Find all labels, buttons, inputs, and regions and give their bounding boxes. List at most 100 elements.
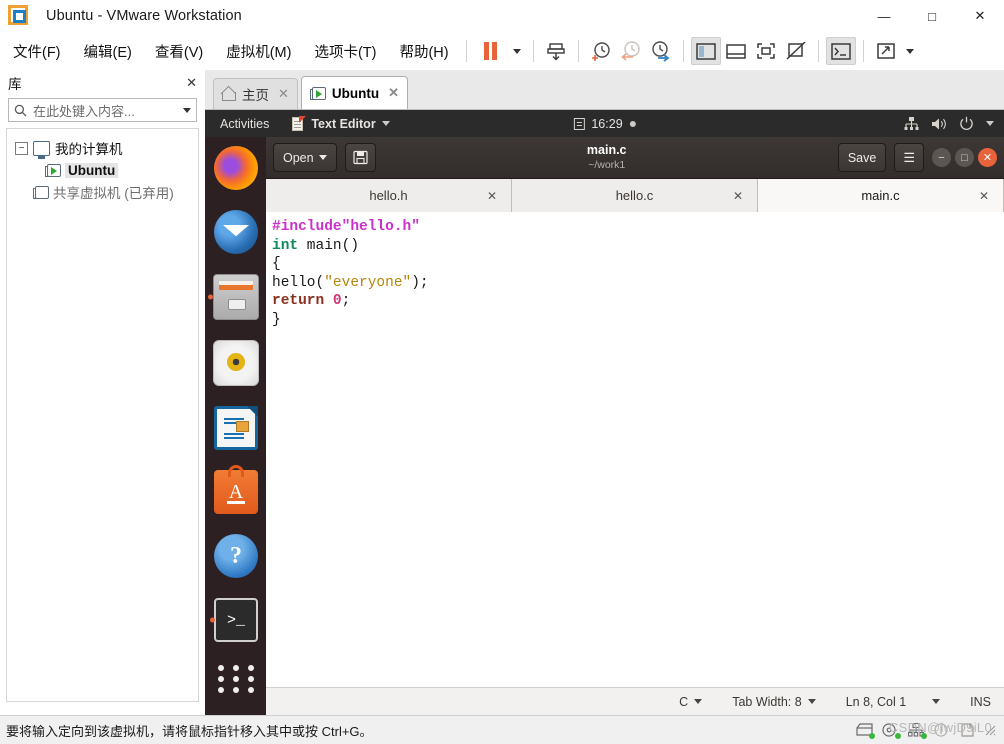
send-ctrl-alt-del-button[interactable] bbox=[541, 37, 571, 65]
gedit-maximize-button[interactable]: □ bbox=[955, 148, 974, 167]
dock-item-thunderbird[interactable] bbox=[214, 210, 258, 254]
hamburger-icon: ☰ bbox=[903, 149, 915, 165]
search-icon bbox=[14, 104, 27, 116]
dock-item-rhythmbox[interactable] bbox=[213, 340, 259, 386]
gedit-tab-label: hello.h bbox=[369, 188, 408, 203]
tree-item-my-computer[interactable]: − 我的计算机 bbox=[11, 137, 194, 159]
running-indicator-icon bbox=[210, 617, 215, 623]
resize-grip-icon[interactable] bbox=[984, 723, 996, 737]
stretch-guest-button[interactable] bbox=[871, 37, 901, 65]
volume-icon bbox=[932, 118, 946, 129]
gedit-tab-hello-c[interactable]: hello.c ✕ bbox=[512, 179, 758, 212]
code-token: 0 bbox=[332, 293, 342, 310]
toolbar-separator bbox=[817, 40, 819, 62]
gedit-tab-close-icon[interactable]: ✕ bbox=[487, 189, 497, 203]
tab-width-selector[interactable]: Tab Width: 8 bbox=[732, 694, 816, 709]
snapshot-manager-button[interactable] bbox=[646, 37, 676, 65]
library-search-box[interactable]: 在此处键入内容... bbox=[8, 98, 197, 122]
text-editor-icon bbox=[291, 115, 307, 131]
open-button[interactable]: Open bbox=[273, 143, 337, 172]
stretch-dropdown-button[interactable] bbox=[901, 37, 919, 65]
gedit-tab-label: main.c bbox=[861, 188, 900, 203]
vm-tab-label: Ubuntu bbox=[331, 85, 380, 101]
hamburger-menu-button[interactable]: ☰ bbox=[894, 143, 924, 172]
menu-edit[interactable]: 编辑(E) bbox=[74, 37, 142, 66]
dock-item-libreoffice-writer[interactable] bbox=[214, 406, 258, 450]
cursor-position[interactable]: Ln 8, Col 1 bbox=[846, 695, 906, 709]
notification-dot-icon bbox=[629, 120, 636, 127]
gedit-minimize-button[interactable]: − bbox=[932, 148, 951, 167]
position-dropdown-button[interactable] bbox=[932, 699, 941, 704]
source-code[interactable]: #include"hello.h" int main(){hello("every… bbox=[266, 212, 1004, 330]
take-snapshot-button[interactable] bbox=[586, 37, 616, 65]
tree-item-shared-vms[interactable]: 共享虚拟机 (已弃用) bbox=[11, 181, 194, 203]
cd-dvd-icon[interactable] bbox=[882, 723, 901, 739]
window-maximize-button[interactable]: □ bbox=[908, 0, 956, 32]
vm-running-icon bbox=[309, 86, 326, 100]
vm-guest-screen[interactable]: Activities Text Editor 16:29 A ? >_ Open… bbox=[205, 110, 1004, 715]
tab-width-label: Tab Width: 8 bbox=[732, 694, 802, 709]
unity-mode-button[interactable] bbox=[781, 37, 811, 65]
menu-vm[interactable]: 虚拟机(M) bbox=[216, 37, 301, 66]
code-line: } bbox=[272, 311, 1004, 330]
gedit-tab-hello-h[interactable]: hello.h ✕ bbox=[266, 179, 512, 212]
code-line: { bbox=[272, 255, 1004, 274]
gedit-close-button[interactable]: ✕ bbox=[978, 148, 997, 167]
show-library-button[interactable] bbox=[690, 37, 721, 65]
library-header: 库 ✕ bbox=[0, 70, 205, 96]
hard-disk-icon[interactable] bbox=[856, 723, 875, 739]
window-close-button[interactable]: ✕ bbox=[956, 0, 1004, 32]
gedit-text-area[interactable]: #include"hello.h" int main(){hello("every… bbox=[266, 212, 1004, 687]
app-menu-button[interactable]: Text Editor bbox=[291, 115, 390, 131]
menu-view[interactable]: 查看(V) bbox=[145, 37, 213, 66]
toolbar-separator bbox=[532, 40, 534, 62]
dock-item-files[interactable] bbox=[208, 274, 259, 320]
dock-item-ubuntu-software[interactable]: A bbox=[214, 465, 258, 514]
network-adapter-icon[interactable] bbox=[907, 722, 927, 739]
gedit-tab-close-icon[interactable]: ✕ bbox=[979, 189, 989, 203]
new-document-button[interactable] bbox=[344, 143, 376, 172]
dock-item-firefox[interactable] bbox=[214, 146, 258, 190]
usb-icon[interactable] bbox=[934, 723, 951, 737]
system-status-area[interactable] bbox=[904, 116, 994, 131]
vm-tab-home[interactable]: 主页 ✕ bbox=[213, 78, 298, 109]
fullscreen-icon bbox=[756, 43, 775, 59]
gedit-tab-close-icon[interactable]: ✕ bbox=[733, 189, 743, 203]
clock-label: 16:29 bbox=[591, 116, 623, 131]
calendar-icon bbox=[573, 117, 585, 130]
menu-file[interactable]: 文件(F) bbox=[3, 37, 71, 66]
revert-snapshot-button[interactable] bbox=[616, 37, 646, 65]
menu-help[interactable]: 帮助(H) bbox=[389, 37, 458, 66]
language-selector[interactable]: C bbox=[679, 695, 703, 709]
tree-item-ubuntu[interactable]: Ubuntu bbox=[11, 159, 194, 181]
chevron-down-icon[interactable] bbox=[986, 121, 994, 126]
vm-tab-ubuntu[interactable]: Ubuntu ✕ bbox=[300, 76, 409, 109]
console-view-button[interactable] bbox=[825, 37, 856, 65]
power-dropdown-button[interactable] bbox=[508, 37, 526, 65]
enter-fullscreen-button[interactable] bbox=[751, 37, 781, 65]
shared-vm-icon bbox=[33, 185, 49, 199]
code-token: #include bbox=[272, 219, 342, 235]
vm-tab-close-icon[interactable]: ✕ bbox=[278, 86, 289, 102]
tree-expander-icon[interactable]: − bbox=[15, 141, 28, 155]
clock-button[interactable]: 16:29 bbox=[573, 116, 636, 131]
library-sidebar: 库 ✕ 在此处键入内容... − 我的计算机 Ubuntu 共享虚拟机 (已弃用… bbox=[0, 70, 205, 715]
library-tree: − 我的计算机 Ubuntu 共享虚拟机 (已弃用) bbox=[6, 128, 199, 702]
vm-tab-close-icon[interactable]: ✕ bbox=[388, 85, 399, 101]
dock-item-help[interactable]: ? bbox=[214, 534, 258, 578]
search-dropdown-button[interactable] bbox=[183, 107, 191, 113]
activities-button[interactable]: Activities bbox=[220, 117, 269, 131]
menu-tabs[interactable]: 选项卡(T) bbox=[304, 37, 386, 66]
save-button[interactable]: Save bbox=[837, 143, 887, 172]
show-applications-button[interactable] bbox=[214, 662, 258, 696]
pause-vm-button[interactable] bbox=[474, 37, 508, 65]
window-minimize-button[interactable]: — bbox=[860, 0, 908, 32]
code-token: { bbox=[272, 256, 281, 273]
printer-icon[interactable] bbox=[960, 723, 975, 737]
show-thumbnail-bar-button[interactable] bbox=[721, 37, 751, 65]
gedit-window: Open main.c ~/work1 Save ☰ − □ ✕ hello.h… bbox=[266, 137, 1004, 715]
library-close-button[interactable]: ✕ bbox=[186, 75, 197, 91]
dock-item-terminal[interactable]: >_ bbox=[210, 598, 258, 642]
gedit-tab-main-c[interactable]: main.c ✕ bbox=[758, 179, 1004, 212]
